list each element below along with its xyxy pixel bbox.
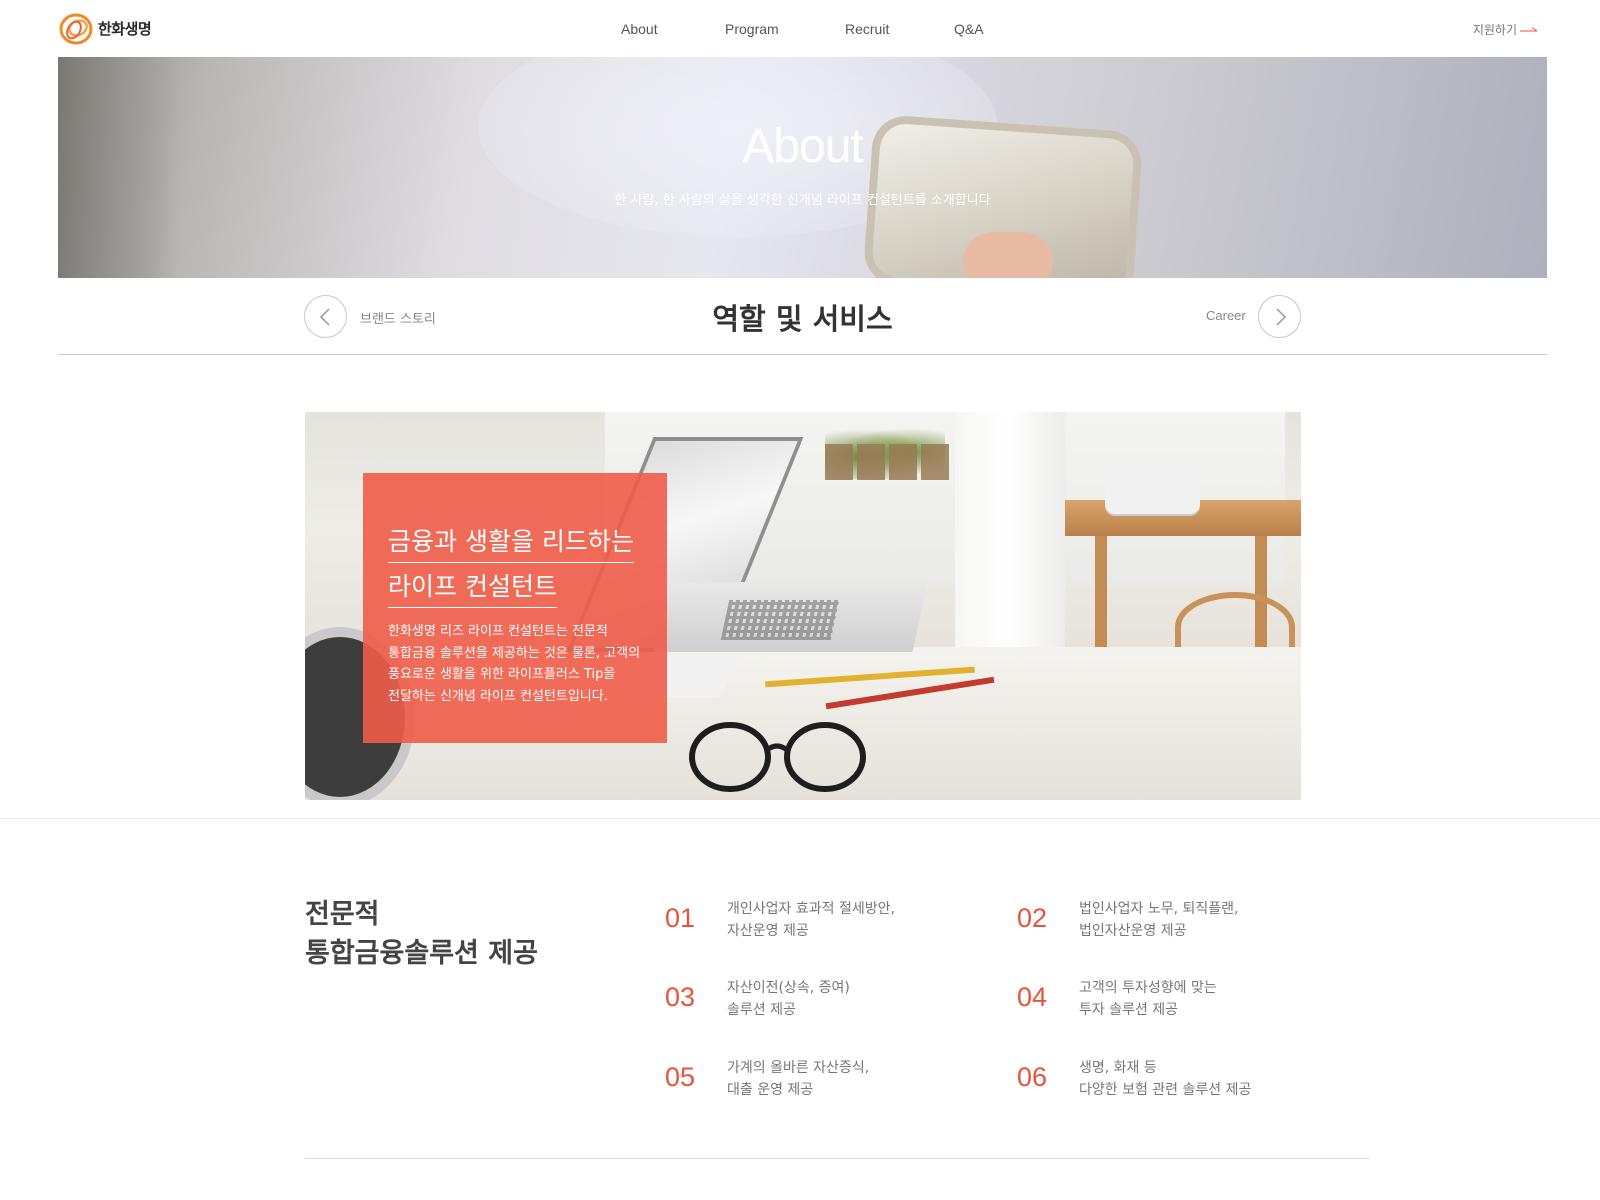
nav-qa[interactable]: Q&A xyxy=(954,21,984,37)
solution-item: 06 생명, 화재 등 다양한 보험 관련 솔루션 제공 xyxy=(1017,1058,1337,1108)
photo-keyboard xyxy=(720,600,840,640)
right-arrow-icon xyxy=(1520,26,1538,31)
nav-program[interactable]: Program xyxy=(725,21,779,37)
solution-number: 02 xyxy=(1017,903,1048,933)
solution-number: 03 xyxy=(665,982,696,1012)
next-section-button[interactable] xyxy=(1258,295,1301,338)
hero-title: About xyxy=(742,120,863,173)
solution-text: 법인사업자 노무, 퇴직플랜, 법인자산운영 제공 xyxy=(1079,901,1239,939)
solution-text: 가계의 올바른 자산증식, 대출 운영 제공 xyxy=(727,1060,870,1098)
solution-text: 개인사업자 효과적 절세방안, 자산운영 제공 xyxy=(727,901,895,939)
solution-number: 05 xyxy=(665,1062,696,1092)
feature-card: 금융과 생활을 리드하는 라이프 컨설턴트 한화생명 리즈 라이프 컨설턴트는 … xyxy=(363,473,667,743)
page-title: 역할 및 서비스 xyxy=(712,302,893,336)
brand-name: 한화생명 xyxy=(98,19,152,38)
hero-banner: About 한 사람, 한 사람의 삶을 생각한 신개념 라이프 컨설턴트를 소… xyxy=(58,57,1547,278)
feature-title-line2: 라이프 컨설턴트 xyxy=(388,567,557,608)
solution-item: 01 개인사업자 효과적 절세방안, 자산운영 제공 xyxy=(665,899,985,949)
bottom-divider xyxy=(305,1158,1370,1159)
solution-text: 고객의 투자성향에 맞는 투자 솔루션 제공 xyxy=(1079,980,1217,1018)
nav-recruit[interactable]: Recruit xyxy=(845,21,889,37)
solution-text: 자산이전(상속, 증여) 솔루션 제공 xyxy=(727,980,850,1018)
brand-logo[interactable]: 한화생명 xyxy=(58,10,152,46)
hero-subtitle: 한 사람, 한 사람의 삶을 생각한 신개념 라이프 컨설턴트를 소개합니다 xyxy=(614,193,991,208)
hero-photo-finger xyxy=(963,232,1053,278)
photo-glasses xyxy=(689,722,866,792)
chevron-right-icon xyxy=(1276,308,1287,326)
site-header: 한화생명 About Program Recruit Q&A 지원하기 xyxy=(0,0,1600,57)
solution-text: 생명, 화재 등 다양한 보험 관련 솔루션 제공 xyxy=(1079,1060,1252,1098)
photo-pots xyxy=(825,444,953,480)
feature-title-line1: 금융과 생활을 리드하는 xyxy=(388,522,634,563)
feature-title: 금융과 생활을 리드하는 라이프 컨설턴트 xyxy=(388,519,658,609)
solution-number: 01 xyxy=(665,903,696,933)
photo-telephone xyxy=(1105,464,1200,514)
apply-link[interactable]: 지원하기 xyxy=(1473,21,1538,38)
solution-number: 06 xyxy=(1017,1062,1048,1092)
section-navigation: 브랜드 스토리 역할 및 서비스 Career xyxy=(58,278,1547,355)
solution-item: 03 자산이전(상속, 증여) 솔루션 제공 xyxy=(665,978,985,1028)
next-section-label[interactable]: Career xyxy=(1206,308,1246,323)
solutions-heading: 전문적 통합금융솔루션 제공 xyxy=(305,899,538,969)
solution-number: 04 xyxy=(1017,982,1048,1012)
solution-item: 04 고객의 투자성향에 맞는 투자 솔루션 제공 xyxy=(1017,978,1337,1028)
feature-description: 한화생명 리즈 라이프 컨설턴트는 전문적 통합금융 솔루션을 제공하는 것은 … xyxy=(388,624,641,704)
nav-about[interactable]: About xyxy=(621,21,658,37)
hanwha-logo-icon xyxy=(59,13,93,45)
solution-item: 05 가계의 올바른 자산증식, 대출 운영 제공 xyxy=(665,1058,985,1108)
solution-item: 02 법인사업자 노무, 퇴직플랜, 법인자산운영 제공 xyxy=(1017,899,1337,949)
section-divider xyxy=(0,818,1600,819)
apply-label: 지원하기 xyxy=(1472,23,1517,37)
